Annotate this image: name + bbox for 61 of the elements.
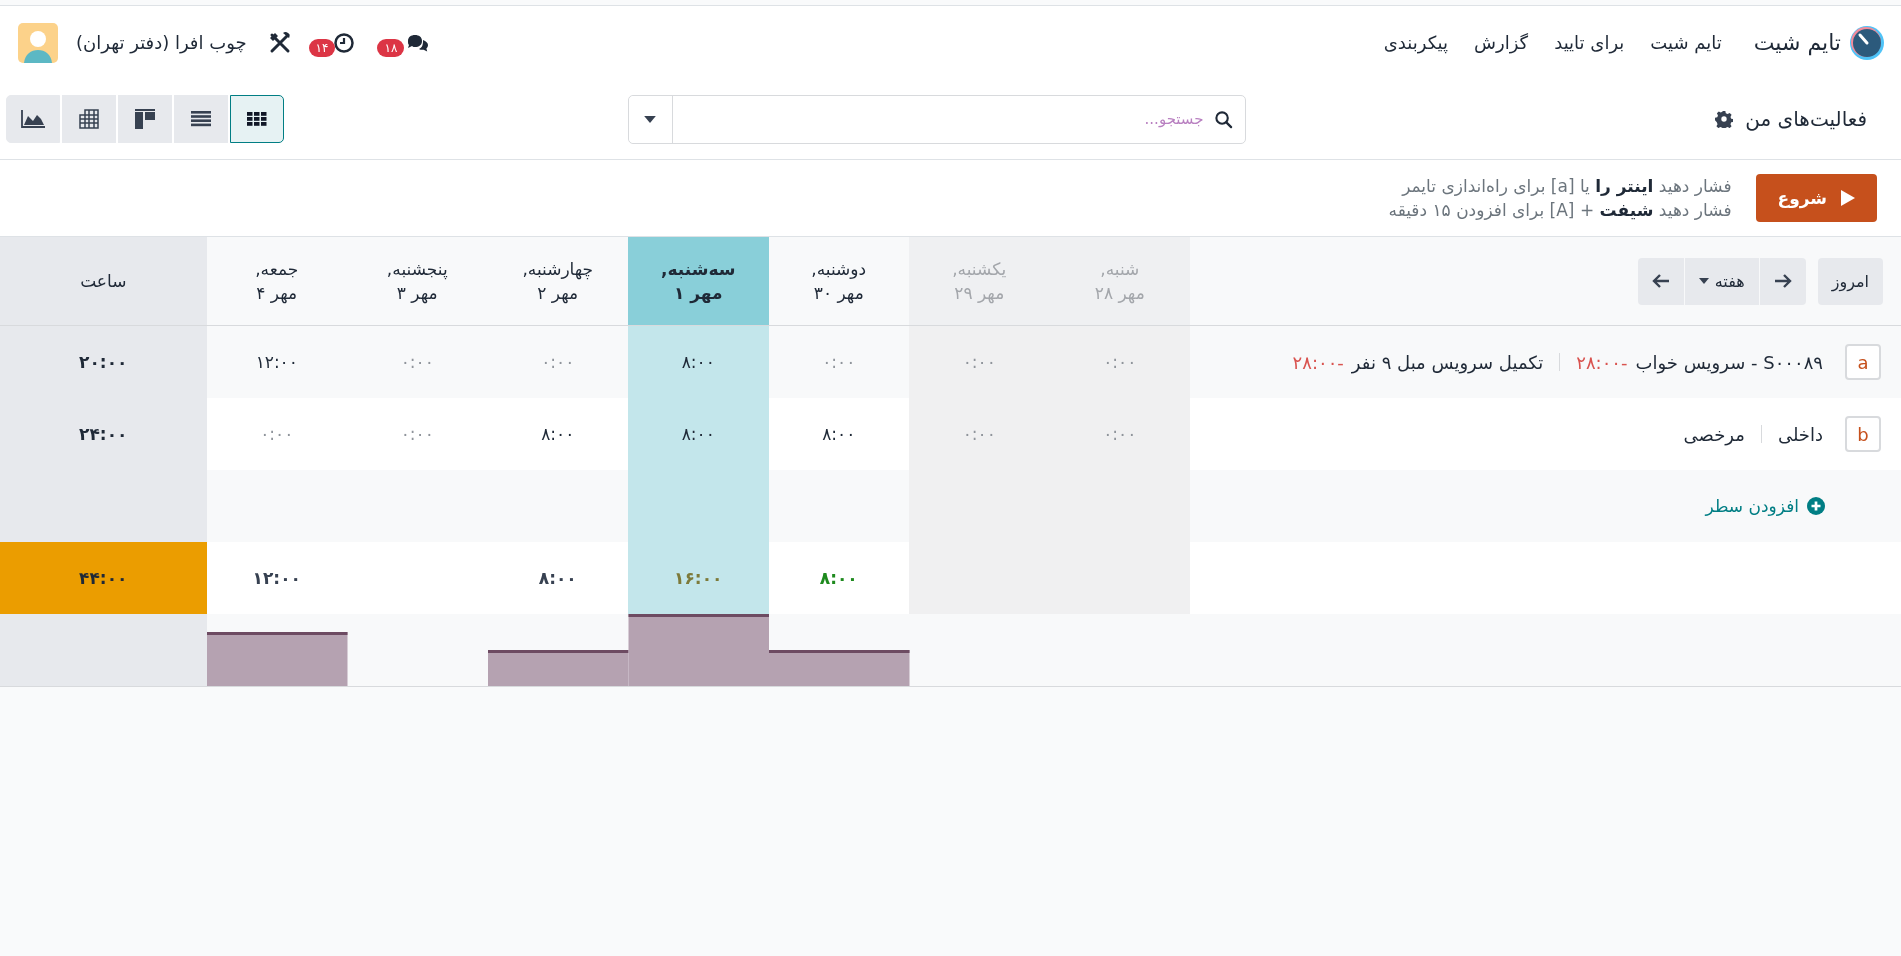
start-timer-button[interactable]: شروع (1755, 174, 1877, 222)
day-header: شنبه, مهر ۲۸ (1049, 237, 1190, 326)
menu-item[interactable]: گزارش (1474, 32, 1529, 53)
total-header: ساعت (0, 237, 207, 326)
row-shortcut-key: a (1845, 344, 1881, 380)
notification-badge: ۱۸ (377, 38, 405, 57)
app-logo-icon[interactable] (1849, 24, 1885, 61)
caret-icon (644, 115, 656, 123)
row-shortcut-key: b (1845, 416, 1881, 452)
row-label: داخلی (1777, 423, 1823, 445)
today-button[interactable]: امروز (1817, 257, 1883, 305)
app-name[interactable]: تایم شیت (1753, 30, 1841, 55)
chat-bubbles-icon (406, 32, 431, 53)
hours-cell[interactable]: ۱۲:۰۰ (255, 352, 298, 372)
day-total: ۱۶:۰۰ (674, 568, 723, 588)
previous-button[interactable] (1637, 257, 1684, 305)
row-total: ۲۴:۰۰ (79, 424, 128, 444)
company-name[interactable]: چوب افرا (دفتر تهران) (76, 32, 247, 53)
day-header: یکشنبه, مهر ۲۹ (909, 237, 1050, 326)
caret-icon (1698, 278, 1709, 284)
grand-total: ۴۴:۰۰ (79, 568, 128, 588)
tools-icon[interactable] (268, 31, 291, 54)
search-bar[interactable]: جستجو... (627, 94, 1246, 144)
notification-badge: ۱۴ (308, 38, 336, 57)
view-switch-button[interactable] (230, 95, 284, 143)
range-dropdown[interactable]: هفته (1684, 257, 1759, 305)
next-button[interactable] (1759, 257, 1806, 305)
day-header: سه‌شنبه, مهر ۱ (628, 237, 769, 326)
arrow-left-icon (1651, 273, 1670, 289)
keyboard-hint: فشار دهید اینتر را یا [a] برای راه‌اندازی تایمر (1400, 176, 1732, 196)
area-chart-icon (21, 110, 45, 128)
hours-cell[interactable]: ۸:۰۰ (681, 424, 715, 444)
list-icon (191, 111, 211, 127)
day-total: ۱۲:۰۰ (252, 568, 301, 588)
grid-icon (247, 112, 267, 126)
hours-cell[interactable]: ۸:۰۰ (541, 424, 575, 444)
hours-cell[interactable]: ۸:۰۰ (822, 424, 856, 444)
overtime-amount: -۲۸:۰۰ (1292, 351, 1344, 373)
menu-item[interactable]: برای تایید (1554, 32, 1625, 53)
row-label: تکمیل سرویس مبل ۹ نفر (1351, 351, 1544, 373)
search-input[interactable]: جستجو... (672, 110, 1214, 128)
day-total: ۸:۰۰ (819, 568, 858, 588)
row-total: ۲۰:۰۰ (79, 352, 128, 372)
menu-item[interactable]: پیکربندی (1383, 32, 1448, 53)
row-label: S۰۰۰۸۹ - سرویس خواب (1635, 351, 1823, 373)
search-icon (1213, 109, 1233, 129)
keyboard-hint: فشار دهید شیفت + [A] برای افزودن ۱۵ دقیقه (1388, 200, 1732, 220)
hours-cell[interactable]: ۸:۰۰ (681, 352, 715, 372)
settings-icon[interactable] (1715, 110, 1734, 128)
page-title: فعالیت‌های من (1745, 107, 1867, 131)
row-label: مرخصی (1683, 423, 1745, 445)
table-icon (79, 109, 99, 129)
clock-icon (333, 31, 356, 54)
day-total: ۸:۰۰ (538, 568, 577, 588)
add-line-button[interactable]: افزودن سطر (1705, 496, 1825, 516)
plus-circle-icon (1807, 497, 1825, 515)
arrow-right-icon (1773, 273, 1792, 289)
kanban-icon (135, 109, 155, 129)
overtime-amount: -۲۸:۰۰ (1576, 351, 1628, 373)
play-icon (1841, 190, 1855, 206)
menu-item[interactable]: تایم شیت (1650, 32, 1722, 53)
